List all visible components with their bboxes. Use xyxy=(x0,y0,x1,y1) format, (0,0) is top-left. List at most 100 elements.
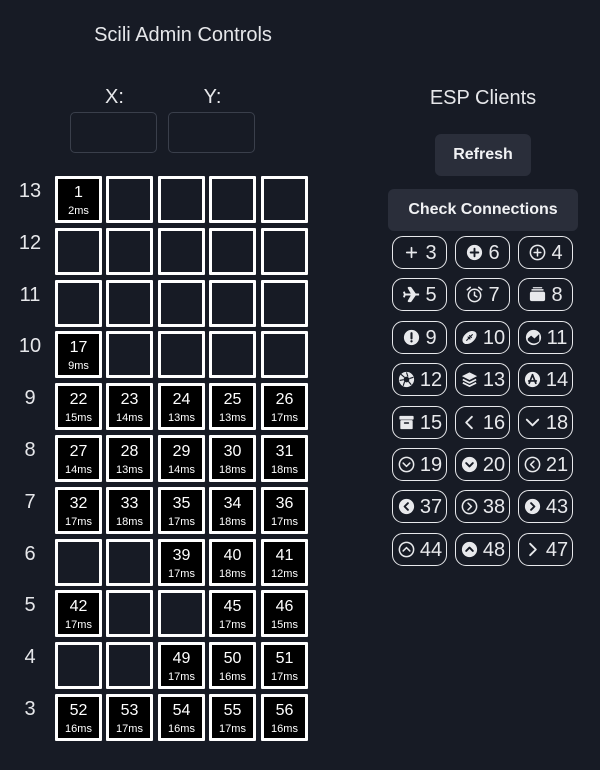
esp-client-18[interactable]: 18 xyxy=(518,406,573,439)
grid-cell-active[interactable]: 45 17ms xyxy=(209,590,256,637)
grid-cell-active[interactable]: 30 18ms xyxy=(209,435,256,482)
x-label: X: xyxy=(105,86,124,108)
cell-latency: 17ms xyxy=(65,618,92,631)
esp-client-8[interactable]: 8 xyxy=(518,278,573,311)
esp-client-21[interactable]: 21 xyxy=(518,448,573,481)
grid-cell-active[interactable]: 35 17ms xyxy=(158,487,205,534)
esp-client-9[interactable]: 9 xyxy=(392,321,447,354)
esp-client-number: 6 xyxy=(488,241,500,264)
grid-cell-active[interactable]: 32 17ms xyxy=(55,487,102,534)
grid-cell-active[interactable]: 42 17ms xyxy=(55,590,102,637)
esp-client-47[interactable]: 47 xyxy=(518,533,573,566)
esp-client-number: 5 xyxy=(425,283,437,306)
grid-cell-active[interactable]: 36 17ms xyxy=(261,487,308,534)
grid-cell-active[interactable]: 40 18ms xyxy=(209,539,256,586)
grid-cell-active[interactable]: 50 16ms xyxy=(209,642,256,689)
grid-cell-empty[interactable] xyxy=(261,176,308,223)
grid-cell-active[interactable]: 28 13ms xyxy=(106,435,153,482)
grid-cell-empty[interactable] xyxy=(106,590,153,637)
esp-client-19[interactable]: 19 xyxy=(392,448,447,481)
y-input[interactable] xyxy=(168,112,255,153)
grid-cell-active[interactable]: 25 13ms xyxy=(209,383,256,430)
grid-cell-active[interactable]: 49 17ms xyxy=(158,642,205,689)
grid-cell-active[interactable]: 52 16ms xyxy=(55,694,102,741)
grid-cell-active[interactable]: 41 12ms xyxy=(261,539,308,586)
grid-cell-active[interactable]: 51 17ms xyxy=(261,642,308,689)
esp-client-10[interactable]: 10 xyxy=(455,321,510,354)
esp-client-16[interactable]: 16 xyxy=(455,406,510,439)
grid-cell-empty[interactable] xyxy=(158,280,205,327)
esp-client-20[interactable]: 20 xyxy=(455,448,510,481)
grid-cell-active[interactable]: 33 18ms xyxy=(106,487,153,534)
grid-cell-active[interactable]: 26 17ms xyxy=(261,383,308,430)
grid-cell-empty[interactable] xyxy=(261,280,308,327)
esp-client-12[interactable]: 12 xyxy=(392,363,447,396)
grid-cell-empty[interactable] xyxy=(158,590,205,637)
cell-id: 28 xyxy=(120,442,139,460)
grid-cell-active[interactable]: 31 18ms xyxy=(261,435,308,482)
row-label: 6 xyxy=(24,543,36,565)
esp-client-14[interactable]: 14 xyxy=(518,363,573,396)
grid-cell-empty[interactable] xyxy=(158,176,205,223)
grid-cell-active[interactable]: 34 18ms xyxy=(209,487,256,534)
cell-id: 22 xyxy=(69,390,88,408)
esp-client-11[interactable]: 11 xyxy=(518,321,573,354)
esp-client-3[interactable]: 3 xyxy=(392,236,447,269)
cell-id: 45 xyxy=(223,597,242,615)
esp-client-13[interactable]: 13 xyxy=(455,363,510,396)
cell-id: 51 xyxy=(275,649,294,667)
grid-cell-active[interactable]: 27 14ms xyxy=(55,435,102,482)
grid-cell-empty[interactable] xyxy=(261,331,308,378)
grid-cell-empty[interactable] xyxy=(209,176,256,223)
grid-cell-empty[interactable] xyxy=(106,176,153,223)
esp-client-number: 8 xyxy=(551,283,563,306)
grid-cell-empty[interactable] xyxy=(158,331,205,378)
grid-cell-empty[interactable] xyxy=(55,539,102,586)
grid-cell-active[interactable]: 56 16ms xyxy=(261,694,308,741)
grid-cell-empty[interactable] xyxy=(261,228,308,275)
grid-cell-empty[interactable] xyxy=(106,228,153,275)
grid-cell-empty[interactable] xyxy=(209,331,256,378)
grid-cell-empty[interactable] xyxy=(209,280,256,327)
esp-client-15[interactable]: 15 xyxy=(392,406,447,439)
esp-client-48[interactable]: 48 xyxy=(455,533,510,566)
grid-cell-active[interactable]: 17 9ms xyxy=(55,331,102,378)
grid-cell-empty[interactable] xyxy=(55,280,102,327)
esp-client-37[interactable]: 37 xyxy=(392,490,447,523)
grid-cell-empty[interactable] xyxy=(55,642,102,689)
cell-id: 30 xyxy=(223,442,242,460)
grid-cell-active[interactable]: 24 13ms xyxy=(158,383,205,430)
cell-latency: 17ms xyxy=(271,515,298,528)
refresh-button[interactable]: Refresh xyxy=(435,134,531,176)
grid-cell-active[interactable]: 23 14ms xyxy=(106,383,153,430)
grid-cell-active[interactable]: 29 14ms xyxy=(158,435,205,482)
grid-cell-active[interactable]: 46 15ms xyxy=(261,590,308,637)
grid-cell-empty[interactable] xyxy=(209,228,256,275)
grid-cell-empty[interactable] xyxy=(106,331,153,378)
grid-cell-empty[interactable] xyxy=(158,228,205,275)
cell-latency: 14ms xyxy=(116,411,143,424)
grid-cell-active[interactable]: 55 17ms xyxy=(209,694,256,741)
esp-client-7[interactable]: 7 xyxy=(455,278,510,311)
grid-cell-empty[interactable] xyxy=(106,280,153,327)
esp-client-5[interactable]: 5 xyxy=(392,278,447,311)
cell-latency: 17ms xyxy=(168,567,195,580)
grid-cell-active[interactable]: 22 15ms xyxy=(55,383,102,430)
esp-client-4[interactable]: 4 xyxy=(518,236,573,269)
grid-cell-active[interactable]: 54 16ms xyxy=(158,694,205,741)
esp-client-6[interactable]: 6 xyxy=(455,236,510,269)
grid-cell-active[interactable]: 39 17ms xyxy=(158,539,205,586)
check-connections-button[interactable]: Check Connections xyxy=(388,189,578,231)
grid-cell-active[interactable]: 1 2ms xyxy=(55,176,102,223)
grid-cell-empty[interactable] xyxy=(106,539,153,586)
x-input[interactable] xyxy=(70,112,157,153)
esp-client-38[interactable]: 38 xyxy=(455,490,510,523)
grid-cell-empty[interactable] xyxy=(55,228,102,275)
grid-cell-active[interactable]: 53 17ms xyxy=(106,694,153,741)
esp-clients-title: ESP Clients xyxy=(429,87,537,109)
esp-client-43[interactable]: 43 xyxy=(518,490,573,523)
grid-cell-empty[interactable] xyxy=(106,642,153,689)
chevron-down-icon xyxy=(523,413,542,432)
esp-client-44[interactable]: 44 xyxy=(392,533,447,566)
alert-circle-icon xyxy=(402,328,421,347)
